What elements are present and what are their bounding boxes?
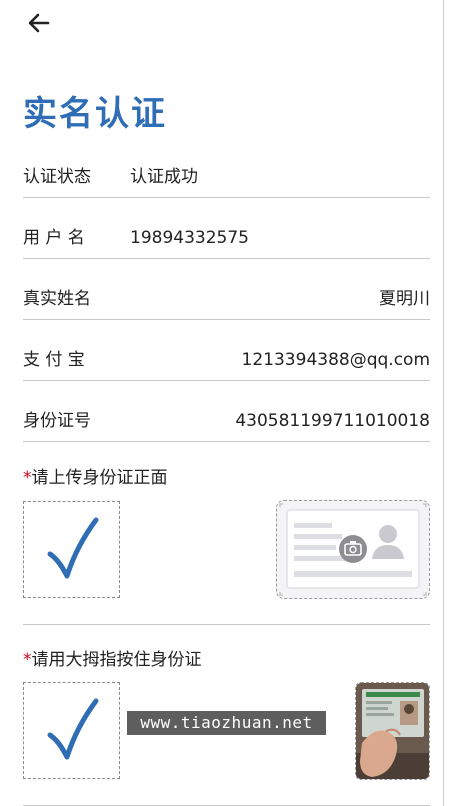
upload-front-title: *请上传身份证正面 (23, 463, 168, 488)
id-card-camera-icon (279, 503, 427, 596)
back-button[interactable] (26, 11, 52, 35)
upload-thumb-title-text: 请用大拇指按住身份证 (31, 650, 202, 670)
required-mark: * (23, 468, 32, 488)
alipay-label: 支 付 宝 (23, 350, 85, 370)
required-mark: * (23, 650, 32, 670)
watermark-text: www.tiaozhuan.net (127, 711, 326, 735)
upload-front-title-text: 请上传身份证正面 (31, 468, 168, 488)
alipay-row: 支 付 宝 1213394388@qq.com (23, 320, 430, 381)
status-row: 认证状态 认证成功 (23, 137, 430, 198)
checkmark-icon (47, 517, 99, 579)
id-front-sample[interactable] (276, 500, 430, 599)
realname-value: 夏明川 (379, 289, 430, 309)
username-row: 用 户 名 19894332575 (23, 198, 430, 259)
arrow-left-icon (28, 13, 50, 33)
status-value: 认证成功 (130, 167, 198, 187)
thumb-id-photo[interactable] (355, 682, 430, 780)
realname-label: 真实姓名 (23, 289, 91, 309)
upload-thumb-status-box[interactable] (23, 682, 120, 779)
checkmark-icon (47, 698, 99, 760)
page-title: 实名认证 (23, 94, 167, 134)
upload-thumb-title: *请用大拇指按住身份证 (23, 645, 202, 670)
realname-row: 真实姓名 夏明川 (23, 259, 430, 320)
status-label: 认证状态 (23, 167, 91, 187)
upload-front-status-box[interactable] (23, 501, 120, 598)
idnumber-value: 430581199711010018 (235, 411, 430, 431)
alipay-value: 1213394388@qq.com (241, 350, 430, 370)
idnumber-label: 身份证号 (23, 411, 91, 431)
idnumber-row: 身份证号 430581199711010018 (23, 381, 430, 442)
hand-holding-id-photo (356, 683, 429, 779)
username-label: 用 户 名 (23, 228, 85, 248)
username-value: 19894332575 (130, 228, 249, 248)
section-divider (23, 624, 430, 625)
page-right-border (443, 0, 444, 806)
